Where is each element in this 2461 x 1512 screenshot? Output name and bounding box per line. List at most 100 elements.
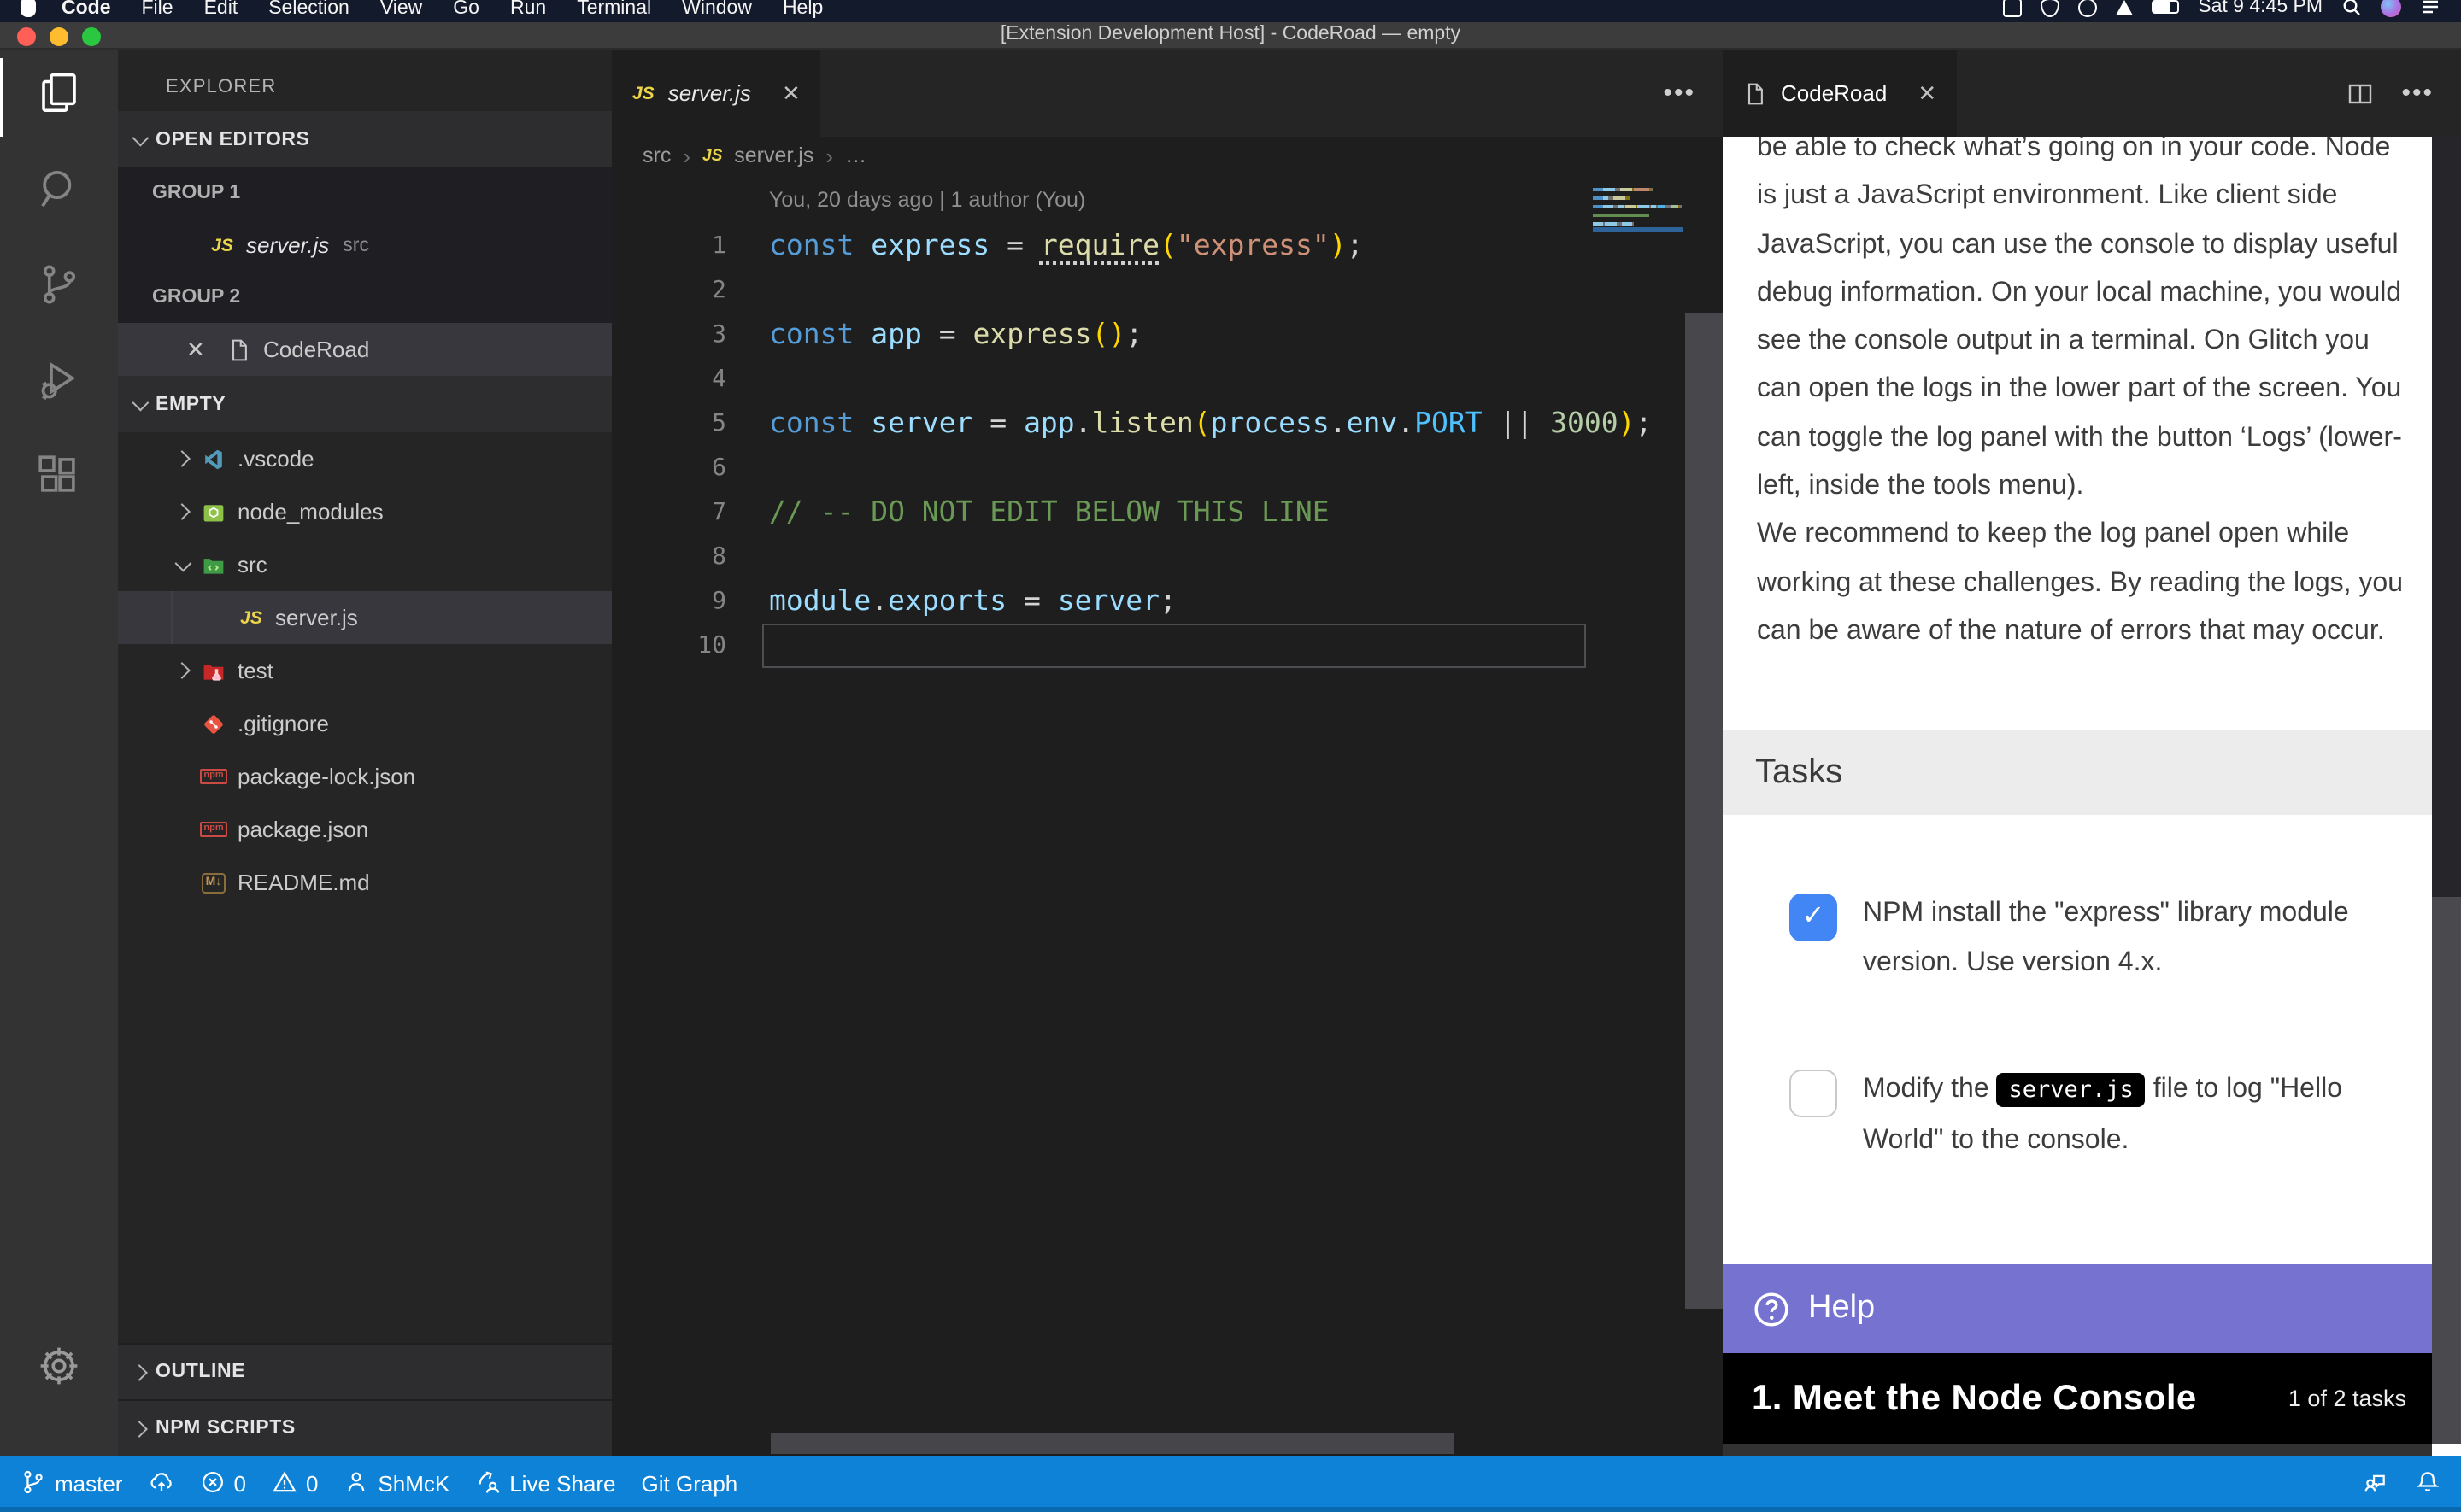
task-item-1: ✓NPM install the "express" library modul… (1723, 888, 2432, 987)
spotlight-search-icon[interactable] (2341, 0, 2362, 17)
tree-item-package-json[interactable]: npmpackage.json (118, 803, 612, 856)
task-checkbox[interactable]: ✓ (1789, 894, 1837, 941)
line-number: 9 (612, 579, 726, 624)
shield-icon[interactable] (2041, 0, 2059, 16)
minimap-line (1593, 192, 1683, 195)
sidebar-section-outline[interactable]: OUTLINE (118, 1343, 612, 1399)
open-editor-item-coderoad[interactable]: ✕CodeRoad (118, 323, 612, 376)
minimap[interactable] (1593, 188, 1683, 231)
status-item-shmck[interactable]: ShMcK (344, 1468, 449, 1499)
status-item-0[interactable]: 0 (199, 1468, 245, 1499)
lesson-text: be able to check what’s going on in your… (1757, 137, 2408, 657)
status-item-bell[interactable] (2415, 1468, 2440, 1499)
code-editor[interactable]: You, 20 days ago | 1 author (You) 1const… (612, 174, 1723, 1456)
minimap-line (1593, 218, 1683, 220)
battery-icon[interactable] (2152, 0, 2179, 14)
menu-items: Code File Edit Selection View Go Run Terminal Wi… (46, 0, 838, 22)
testfolder-icon (202, 659, 226, 683)
status-item-master[interactable]: master (21, 1468, 122, 1499)
code-line: 6 (612, 446, 1723, 490)
codelens-annotation[interactable]: You, 20 days ago | 1 author (You) (769, 188, 1085, 212)
menu-bar-status-icons: Sat 9 4:45 PM (2003, 0, 2440, 17)
siri-icon[interactable] (2381, 0, 2401, 17)
tab-coderoad[interactable]: CodeRoad ✕ (1723, 50, 1957, 137)
line-number: 4 (612, 357, 726, 401)
menu-item-file[interactable]: File (142, 0, 173, 19)
activity-bar-item-source-control[interactable] (0, 241, 118, 337)
status-item-0[interactable]: 0 (272, 1468, 318, 1499)
run-and-debug-icon (36, 357, 82, 412)
status-item-feedback[interactable] (2362, 1468, 2388, 1499)
editor-actions-more-icon[interactable]: ••• (1663, 79, 1695, 108)
source-control-icon (36, 261, 82, 316)
activity-bar-item-settings[interactable] (0, 1322, 118, 1418)
activity-bar-item-run-and-debug[interactable] (0, 337, 118, 432)
code-line: 8 (612, 535, 1723, 579)
tree-item-server-js[interactable]: JSserver.js (118, 591, 612, 644)
breadcrumb-item-src[interactable]: src (643, 144, 671, 167)
activity-bar-item-search[interactable] (0, 145, 118, 241)
menu-item-run[interactable]: Run (510, 0, 546, 19)
menu-bar-clock[interactable]: Sat 9 4:45 PM (2198, 0, 2323, 17)
code-line: 7// -- DO NOT EDIT BELOW THIS LINE (612, 490, 1723, 535)
tree-item-readme-md[interactable]: M↓README.md (118, 856, 612, 909)
tree-item-package-lock-json[interactable]: npmpackage-lock.json (118, 750, 612, 803)
menu-item-help[interactable]: Help (783, 0, 823, 19)
horizontal-scrollbar[interactable] (771, 1433, 1454, 1454)
menu-item-edit[interactable]: Edit (204, 0, 238, 19)
status-item-cloud-upload[interactable] (148, 1468, 173, 1499)
open-editor-item-server-js[interactable]: JSserver.jssrc (118, 219, 612, 272)
display-icon[interactable] (2003, 0, 2022, 16)
explorer-sidebar: EXPLORER OPEN EDITORS GROUP 1JSserver.js… (118, 50, 612, 1456)
menu-item-window[interactable]: Window (682, 0, 752, 19)
editor-scrollbar[interactable] (1685, 313, 1723, 1309)
npm-icon: npm (202, 765, 226, 788)
minimap-line (1593, 222, 1683, 225)
close-tab-icon[interactable]: ✕ (1918, 79, 1936, 107)
menu-item-terminal[interactable]: Terminal (577, 0, 651, 19)
close-editor-icon[interactable]: ✕ (186, 336, 205, 363)
activity-bar-item-extensions[interactable] (0, 432, 118, 528)
tree-item-node_modules[interactable]: node_modules (118, 485, 612, 538)
webview-scrollbar-thumb[interactable] (2432, 897, 2461, 1444)
webview-scrollbar[interactable] (2432, 137, 2461, 1456)
help-bar[interactable]: Help (1723, 1264, 2432, 1353)
breadcrumb-item-serverjs[interactable]: server.js (734, 144, 813, 167)
code-line: 3const app = express(); (612, 313, 1723, 357)
eject-icon[interactable] (2116, 0, 2133, 15)
minimap-line (1593, 196, 1683, 199)
task-checkbox[interactable] (1789, 1070, 1837, 1117)
menu-item-code[interactable]: Code (62, 0, 111, 19)
tree-item--gitignore[interactable]: .gitignore (118, 697, 612, 750)
indent-guide (171, 591, 173, 644)
activity-bar-item-explorer[interactable] (0, 50, 118, 145)
tab-server-js[interactable]: JS server.js ✕ (612, 50, 821, 137)
close-tab-icon[interactable]: ✕ (782, 79, 801, 107)
menu-item-selection[interactable]: Selection (268, 0, 349, 19)
status-item-git-graph[interactable]: Git Graph (642, 1471, 738, 1497)
editor-actions-more-icon[interactable]: ••• (2401, 79, 2434, 108)
apple-menu-icon[interactable] (21, 0, 36, 16)
title-bar: [Extension Development Host] - CodeRoad … (0, 22, 2461, 50)
lesson-progress: 1 of 2 tasks (2288, 1386, 2406, 1411)
open-editors-header[interactable]: OPEN EDITORS (118, 111, 612, 167)
notification-center-icon[interactable] (2420, 0, 2440, 17)
tree-item-src[interactable]: src (118, 538, 612, 591)
cloud-upload-icon (148, 1468, 173, 1499)
menu-item-view[interactable]: View (380, 0, 422, 19)
sidebar-section-npm-scripts[interactable]: NPM SCRIPTS (118, 1399, 612, 1456)
chevron-down-icon (132, 130, 150, 147)
split-editor-icon[interactable] (2346, 79, 2374, 107)
menu-item-go[interactable]: Go (453, 0, 479, 19)
breadcrumb-separator: › (683, 143, 690, 168)
breadcrumb-item-[interactable]: … (845, 144, 866, 167)
status-item-live-share[interactable]: Live Share (475, 1468, 615, 1499)
record-icon[interactable] (2078, 0, 2097, 16)
chevron-down-icon (175, 555, 192, 572)
workspace-folder-header[interactable]: EMPTY (118, 376, 612, 432)
question-circle-icon (1752, 1289, 1791, 1328)
tree-item--vscode[interactable]: .vscode (118, 432, 612, 485)
tree-item-test[interactable]: test (118, 644, 612, 697)
line-number: 3 (612, 313, 726, 357)
extensions-icon (36, 453, 82, 507)
